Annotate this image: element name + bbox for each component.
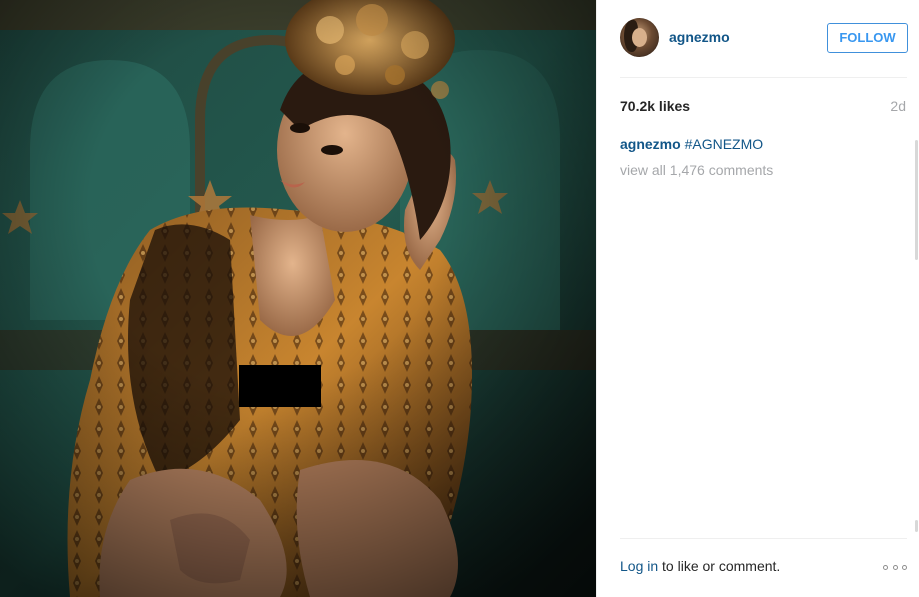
more-dot (902, 564, 907, 570)
login-link[interactable]: Log in (620, 558, 658, 574)
caption: agnezmo #AGNEZMO (620, 136, 763, 152)
login-prompt: Log in to like or comment. (620, 558, 780, 574)
post-header: agnezmo FOLLOW (597, 0, 919, 78)
more-dot (892, 564, 898, 570)
avatar[interactable] (620, 18, 659, 57)
more-options-icon[interactable] (883, 560, 907, 574)
view-all-comments-link[interactable]: view all 1,476 comments (620, 162, 773, 178)
photo-illustration (0, 0, 596, 597)
censor-bar (239, 365, 321, 407)
post-sidebar: agnezmo FOLLOW 70.2k likes 2d agnezmo #A… (596, 0, 919, 597)
comments-scrollbar[interactable] (915, 140, 918, 260)
post-time[interactable]: 2d (890, 98, 906, 114)
more-dot (883, 564, 888, 570)
login-prompt-text: to like or comment. (658, 558, 781, 574)
instagram-post: agnezmo FOLLOW 70.2k likes 2d agnezmo #A… (0, 0, 919, 597)
username-link[interactable]: agnezmo (669, 29, 730, 45)
likes-count[interactable]: 70.2k likes (620, 98, 690, 114)
header-divider (620, 77, 907, 78)
avatar-face (632, 28, 647, 47)
caption-username[interactable]: agnezmo (620, 136, 681, 152)
post-photo[interactable] (0, 0, 596, 597)
comments-scrollbar-end (915, 520, 918, 532)
footer-divider (620, 538, 907, 539)
caption-hashtag[interactable]: #AGNEZMO (685, 136, 764, 152)
follow-button[interactable]: FOLLOW (827, 23, 908, 53)
